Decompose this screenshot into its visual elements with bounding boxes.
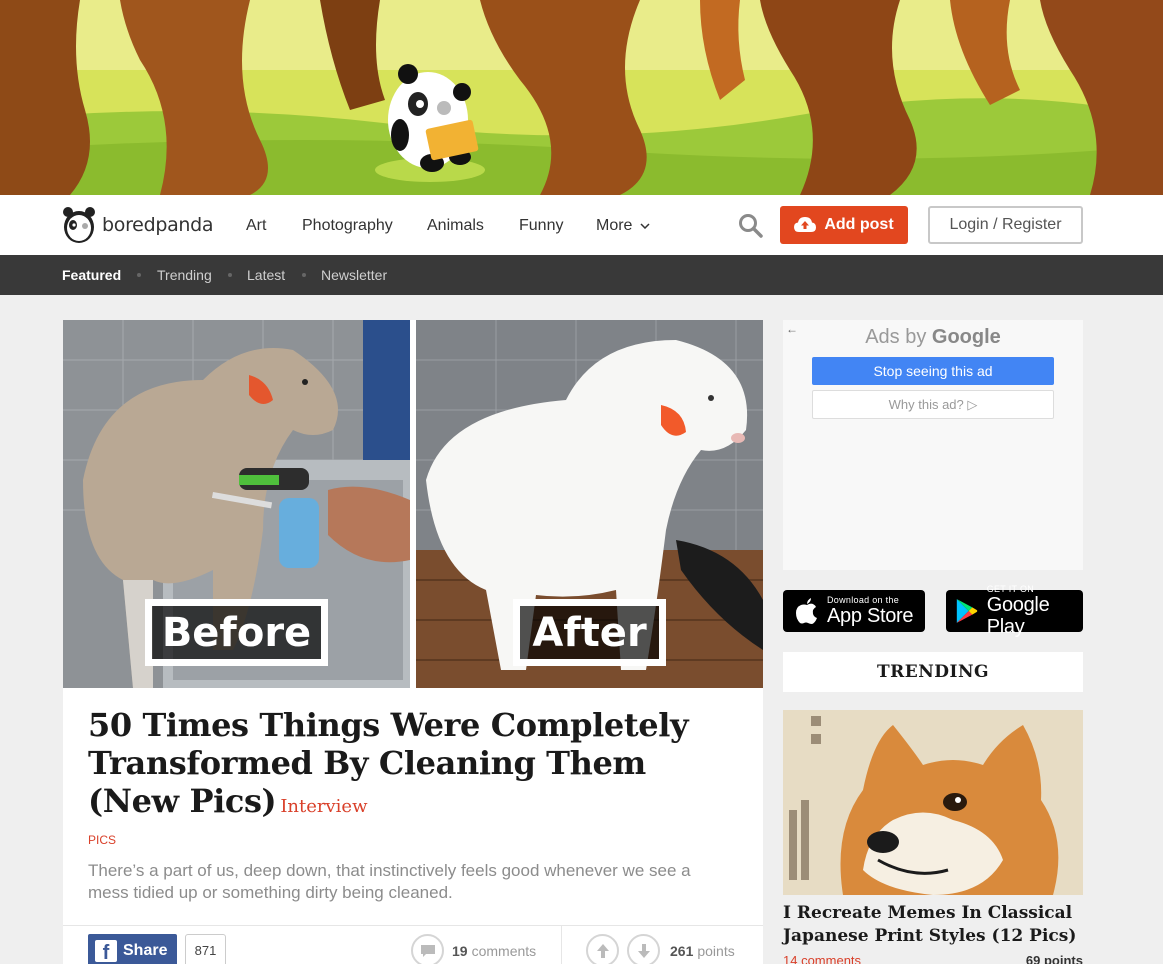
downvote-button[interactable]	[627, 934, 660, 964]
trending-item-points: 69 points	[1025, 953, 1083, 964]
google-play-small-label: GET IT ON	[986, 584, 1035, 594]
forest-illustration	[0, 0, 1163, 195]
hero-banner	[0, 0, 1163, 195]
after-label: After	[513, 599, 666, 666]
subnav-featured[interactable]: Featured	[62, 267, 121, 283]
brand-logo[interactable]: boredpanda	[62, 205, 214, 245]
trending-item-comments[interactable]: 14 comments	[783, 953, 861, 964]
article-title-text: 50 Times Things Were Completely Transfor…	[88, 706, 689, 820]
points-count: 261	[670, 942, 694, 959]
why-this-ad-button[interactable]: Why this ad? ▷	[812, 390, 1054, 419]
subnav-separator	[228, 273, 232, 277]
search-icon	[739, 214, 763, 238]
nav-link-photography[interactable]: Photography	[302, 217, 393, 235]
nav-more-label: More	[596, 217, 633, 234]
comments-link[interactable]: 19 comments	[411, 934, 536, 964]
article-category[interactable]: PICS	[88, 833, 116, 847]
share-label: Share	[123, 941, 168, 959]
comments-count: 19	[452, 942, 468, 959]
before-photo[interactable]: Before	[63, 320, 410, 688]
chevron-down-icon	[640, 223, 650, 229]
add-post-button[interactable]: Add post	[780, 206, 908, 244]
upvote-button[interactable]	[586, 934, 619, 964]
stop-seeing-ad-button[interactable]: Stop seeing this ad	[812, 357, 1054, 385]
brand-name: boredpanda	[102, 214, 214, 236]
facebook-share-button[interactable]: f Share	[88, 934, 177, 964]
nav-link-animals[interactable]: Animals	[427, 217, 484, 235]
nav-link-funny[interactable]: Funny	[519, 217, 563, 235]
search-button[interactable]	[738, 213, 764, 239]
google-play-button[interactable]: GET IT ON Google Play	[946, 584, 1083, 638]
cloud-upload-icon	[794, 217, 817, 232]
arrow-down-icon	[637, 943, 650, 958]
divider	[63, 925, 763, 926]
featured-article-card: Before After 50 Times Things Were Comple…	[63, 320, 763, 964]
subnav-separator	[302, 273, 306, 277]
main-navbar: boredpanda Art Photography Animals Funny…	[0, 195, 1163, 255]
ads-by-google: Ads by Google	[783, 326, 1083, 349]
facebook-icon: f	[95, 939, 117, 964]
vote-controls: 261 points	[586, 934, 735, 964]
arrow-up-icon	[596, 943, 609, 958]
trending-item-meta: 14 comments 69 points	[783, 953, 1083, 964]
subnav-latest[interactable]: Latest	[247, 267, 285, 283]
apple-icon	[796, 598, 817, 624]
ads-by-label: Ads by	[865, 326, 927, 348]
trending-heading: TRENDING	[783, 652, 1083, 692]
subnav-newsletter[interactable]: Newsletter	[321, 267, 387, 283]
subnav-separator	[137, 273, 141, 277]
sub-navbar: Featured Trending Latest Newsletter	[0, 255, 1163, 295]
trending-item-title[interactable]: I Recreate Memes In Classical Japanese P…	[783, 902, 1083, 948]
panda-logo-icon	[63, 207, 95, 243]
google-play-icon	[956, 599, 978, 623]
comment-bubble-icon	[420, 944, 435, 957]
nav-more-dropdown[interactable]: More	[596, 217, 650, 235]
shiba-print-image	[783, 710, 1083, 895]
after-photo[interactable]: After	[416, 320, 763, 688]
subnav-trending[interactable]: Trending	[157, 267, 212, 283]
article-title[interactable]: 50 Times Things Were Completely Transfor…	[88, 706, 738, 826]
comments-label: comments	[471, 942, 537, 959]
app-store-button[interactable]: Download on the App Store	[783, 590, 925, 632]
google-play-label: Google Play	[986, 594, 1050, 638]
comment-button[interactable]	[411, 934, 444, 964]
login-register-button[interactable]: Login / Register	[928, 206, 1083, 244]
article-description: There’s a part of us, deep down, that in…	[88, 861, 691, 902]
interview-badge[interactable]: Interview	[280, 796, 367, 817]
google-ad-box: ← Ads by Google Stop seeing this ad Why …	[783, 320, 1083, 570]
trending-item-image[interactable]	[783, 710, 1083, 895]
add-post-label: Add post	[824, 216, 894, 233]
points-label: points	[697, 942, 735, 959]
vertical-divider	[561, 926, 562, 964]
before-label: Before	[145, 599, 328, 666]
google-wordmark: Google	[931, 326, 1001, 348]
share-count: 871	[185, 934, 226, 964]
nav-link-art[interactable]: Art	[246, 217, 266, 235]
app-store-label: App Store	[827, 605, 914, 627]
app-store-small-label: Download on the	[827, 595, 900, 605]
